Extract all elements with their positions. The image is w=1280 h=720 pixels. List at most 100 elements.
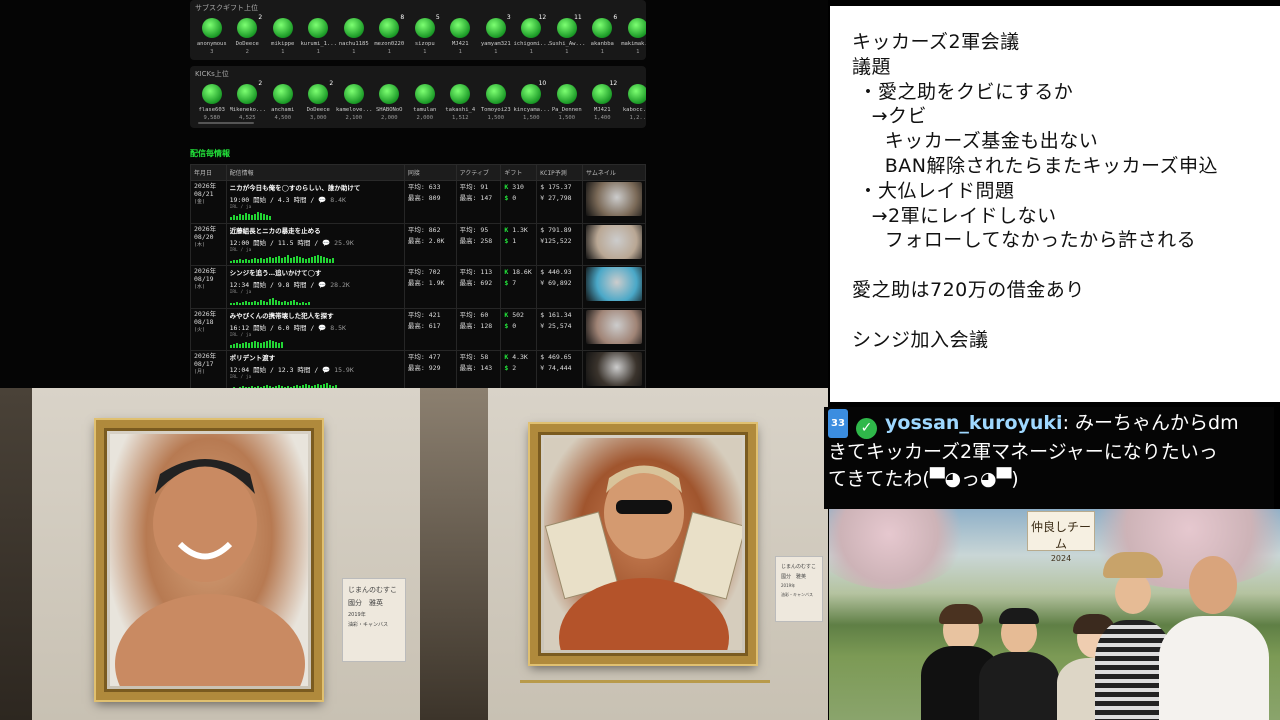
- chat-bubble-icon: 💬: [318, 196, 327, 204]
- stream-thumbnail[interactable]: [585, 352, 642, 386]
- ranking-user[interactable]: 0 mikippe 1: [265, 18, 301, 55]
- cell-gift: K 4.3K $ 2: [500, 350, 538, 388]
- col-header-thumbnail[interactable]: サムネイル: [581, 164, 647, 181]
- sparkline-bar: [232, 343, 235, 348]
- table-row[interactable]: 2026年 08/17 (月) ポリデント渡す 12:04 開始 / 12.3 時間 /…: [190, 350, 647, 388]
- table-row[interactable]: 2026年 08/18 (火) みやびくんの携帯壊した犯人を探す 16:12 開始 / …: [190, 307, 647, 351]
- ranking-user[interactable]: 10 kincyama... 1,500: [514, 80, 550, 121]
- sparkline-bar: [274, 300, 277, 305]
- ranking-user[interactable]: 12 MJ421 1,400: [585, 80, 621, 121]
- col-header-active[interactable]: アクティブ: [455, 164, 502, 181]
- stream-thumbnail[interactable]: [585, 182, 642, 216]
- user-count: 1,2..: [629, 115, 646, 121]
- stream-thumbnail[interactable]: [585, 267, 642, 301]
- stream-title[interactable]: ニカが今日も俺を◯すのらしい、誰か助けて: [230, 182, 401, 192]
- stream-thumbnail[interactable]: [585, 224, 642, 259]
- cell-gift: K 18.6K $ 7: [500, 265, 538, 309]
- horizontal-scrollbar[interactable]: [198, 122, 254, 124]
- ranking-user[interactable]: 0 flase603 9,580: [194, 84, 230, 121]
- cell-viewers: 平均: 477 最高: 929: [403, 350, 457, 388]
- user-count: 1,400: [593, 115, 611, 121]
- table-row[interactable]: 2026年 08/19 (水) シンジを追う…追いかけて◯す 12:34 開始 / 9.…: [190, 265, 647, 309]
- ranking-user[interactable]: 2 DoDeece 2: [230, 14, 266, 55]
- ranking-user[interactable]: 0 Tomoyoi23 1,500: [478, 84, 514, 121]
- ranking-user[interactable]: 2 Mikeneko... 4,525: [230, 80, 266, 121]
- user-name: akanbba: [590, 41, 614, 47]
- user-count: 2: [245, 49, 249, 55]
- team-sign: 仲良しチーム 2024: [1027, 511, 1095, 563]
- stream-title[interactable]: ポリデント渡す: [230, 352, 401, 362]
- ranking-user[interactable]: 3 yamyam321 1: [478, 14, 514, 55]
- cell-active: 平均: 91 最高: 147: [455, 180, 502, 224]
- avatar: 11: [556, 14, 582, 38]
- viewers-max: 617: [428, 321, 441, 330]
- sparkline-bar: [307, 302, 310, 305]
- max-label: 最高:: [459, 279, 477, 287]
- stream-start: 19:00 開始 / 4.3 時間: [229, 196, 307, 204]
- ranking-user[interactable]: 0 kamelove... 2,100: [336, 84, 372, 121]
- sparkline-bar: [277, 255, 280, 263]
- cell-date: 2026年 08/19 (水): [190, 265, 227, 309]
- table-row[interactable]: 2026年 08/20 (木) 近藤組長とニカの暴走を止める 12:00 開始 / 11…: [190, 222, 647, 266]
- kcip-jpy: ¥ 27,798: [540, 194, 572, 202]
- ranking-user[interactable]: 5 sizopu 1: [407, 14, 443, 55]
- stream-title[interactable]: みやびくんの携帯壊した犯人を探す: [230, 310, 401, 320]
- ranking-user[interactable]: 0 takashi_4 1,512: [443, 84, 479, 121]
- sparkline-bar: [292, 300, 295, 305]
- ranking-user[interactable]: 0 tamulan 2,000: [407, 84, 443, 121]
- artwork-plaque-left: じまんのむすこ 國分 雅英 2019年 油彩・キャンバス: [342, 578, 406, 662]
- avatar: 0: [343, 18, 364, 38]
- ranking-user[interactable]: 8 mezon0220 1: [372, 14, 408, 55]
- sparkline-bar: [310, 256, 313, 263]
- col-header-kcip[interactable]: KCIP予測: [536, 164, 583, 181]
- viewer-sparkline: [229, 296, 401, 305]
- ranking-user[interactable]: 2 DoDeece 3,000: [301, 80, 337, 121]
- cell-active: 平均: 113 最高: 692: [455, 265, 502, 309]
- sparkline-bar: [259, 342, 262, 348]
- ranking-user[interactable]: 0 MJ421 1: [443, 18, 479, 55]
- avg-label: 平均:: [459, 268, 477, 276]
- ranking-user[interactable]: 6 akanbba 1: [585, 14, 621, 55]
- ranking-user[interactable]: 0 SHABONoO 2,000: [372, 84, 408, 121]
- sparkline-bar: [277, 342, 280, 348]
- sparkline-bar: [241, 342, 244, 348]
- avatar: 0: [308, 18, 329, 38]
- ranking-user[interactable]: 0 anchami 4,500: [265, 84, 301, 121]
- sub-s-icon: $: [504, 236, 509, 245]
- stream-title[interactable]: 近藤組長とニカの暴走を止める: [230, 225, 401, 235]
- ranking-user[interactable]: 0 makimak... 1: [620, 18, 646, 55]
- meeting-notes-panel: キッカーズ2軍会議 議題 ・愛之助をクビにするか →クビ キッカーズ基金も出ない …: [830, 6, 1280, 402]
- notes-blank-line: [852, 253, 1280, 278]
- ranking-user[interactable]: 0 nachu1185 1: [336, 18, 372, 55]
- stream-category: IRL / ja: [229, 205, 252, 210]
- ranking-user[interactable]: 0 Pa_Dennen 1,500: [549, 84, 585, 121]
- cell-stream-info: ニカが今日も俺を◯すのらしい、誰か助けて 19:00 開始 / 4.3 時間 / …: [225, 180, 405, 224]
- user-name: Sushi_Aw...: [549, 41, 585, 47]
- col-header-gift[interactable]: ギフト: [500, 164, 538, 181]
- cell-viewers: 平均: 702 最高: 1.9K: [403, 265, 457, 309]
- avatar: 0: [414, 84, 435, 104]
- ranking-user[interactable]: 11 Sushi_Aw... 1: [549, 14, 585, 55]
- max-label: 最高:: [407, 194, 425, 202]
- user-count: 1: [565, 49, 569, 55]
- sparkline-bar: [238, 214, 241, 220]
- table-row[interactable]: 2026年 08/21 (金) ニカが今日も俺を◯すのらしい、誰か助けて 19:00 開…: [190, 180, 647, 224]
- stream-title[interactable]: シンジを追う…追いかけて◯す: [230, 267, 401, 277]
- col-header-viewers[interactable]: 同接: [403, 164, 457, 181]
- ranking-user[interactable]: 12 ichigomi... 1: [514, 14, 550, 55]
- col-header-stream-info[interactable]: 配信情報: [225, 164, 405, 181]
- chat-username[interactable]: yossan_kuroyuki: [885, 412, 1063, 434]
- sparkline-bar: [256, 302, 259, 305]
- kcip-jpy: ¥125,522: [540, 236, 572, 245]
- user-count: 1: [458, 49, 462, 55]
- col-header-date[interactable]: 年月日: [190, 164, 227, 181]
- sparkline-bar: [304, 303, 307, 305]
- viewers-max: 2.0K: [428, 236, 445, 245]
- sparkline-bar: [244, 341, 247, 348]
- ranking-user[interactable]: 0 kabocc... 1,2..: [620, 84, 646, 121]
- ranking-user[interactable]: 0 anonymous 3: [194, 18, 230, 55]
- sparkline-bar: [301, 302, 304, 305]
- ranking-user[interactable]: 0 kurumi_1... 1: [301, 18, 336, 55]
- stream-thumbnail[interactable]: [585, 309, 642, 344]
- user-count: 2,100: [345, 115, 363, 121]
